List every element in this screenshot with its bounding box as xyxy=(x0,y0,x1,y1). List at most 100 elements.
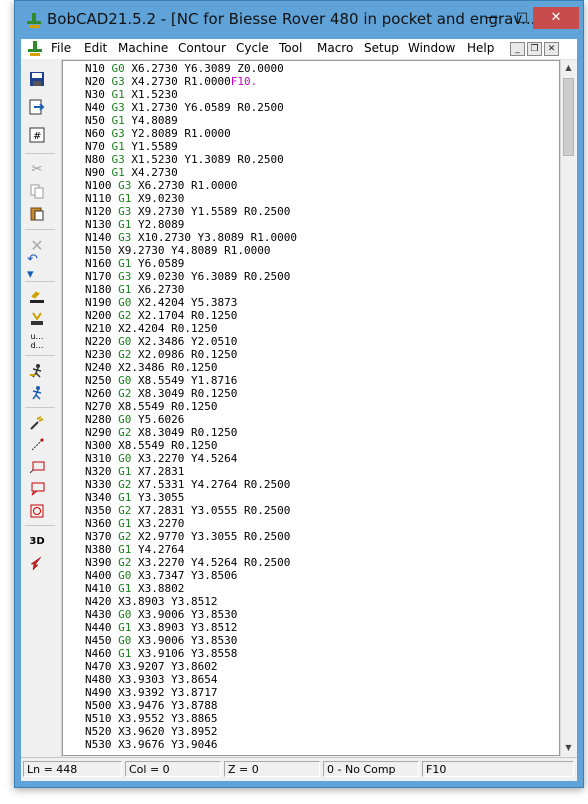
code-line[interactable]: N330 G2 X7.5331 Y4.2764 R0.2500 xyxy=(85,478,297,491)
code-line[interactable]: N340 G1 Y3.3055 xyxy=(85,491,297,504)
line-tool-icon[interactable] xyxy=(27,435,47,455)
offset-icon[interactable] xyxy=(27,287,47,307)
code-line[interactable]: N400 G0 X3.7347 Y3.8506 xyxy=(85,569,297,582)
status-bar: Ln = 448 Col = 0 Z = 0 0 - No Comp F10 xyxy=(21,757,577,780)
code-line[interactable]: N40 G3 X1.2730 Y6.0589 R0.2500 xyxy=(85,101,297,114)
close-button[interactable]: ✕ xyxy=(533,7,579,29)
code-line[interactable]: N470 X3.9207 Y3.8602 xyxy=(85,660,297,673)
line-numbering-icon[interactable]: u… d… xyxy=(27,331,47,351)
code-line[interactable]: N160 G1 Y6.0589 xyxy=(85,257,297,270)
undo-icon[interactable]: ↶ ▾ xyxy=(27,252,47,282)
code-line[interactable]: N180 G1 X6.2730 xyxy=(85,283,297,296)
drill-icon[interactable] xyxy=(27,413,47,433)
code-line[interactable]: N210 X2.4204 R0.1250 xyxy=(85,322,297,335)
code-line[interactable]: N300 X8.5549 R0.1250 xyxy=(85,439,297,452)
code-line[interactable]: N320 G1 X7.2831 xyxy=(85,465,297,478)
mdi-minimize-button[interactable]: _ xyxy=(510,42,525,56)
code-line[interactable]: N490 X3.9392 Y3.8717 xyxy=(85,686,297,699)
code-line[interactable]: N80 G3 X1.5230 Y1.3089 R0.2500 xyxy=(85,153,297,166)
code-line[interactable]: N380 G1 Y4.2764 xyxy=(85,543,297,556)
code-line[interactable]: N220 G0 X2.3486 Y2.0510 xyxy=(85,335,297,348)
code-line[interactable]: N430 G0 X3.9006 Y3.8530 xyxy=(85,608,297,621)
code-line[interactable]: N530 X3.9676 Y3.9046 xyxy=(85,738,297,751)
arrow-tool-icon[interactable] xyxy=(27,553,47,573)
code-line[interactable]: N10 G0 X6.2730 Y6.3089 Z0.0000 xyxy=(85,62,297,75)
code-line[interactable]: N500 X3.9476 Y3.8788 xyxy=(85,699,297,712)
code-line[interactable]: N440 G1 X3.8903 Y3.8512 xyxy=(85,621,297,634)
code-line[interactable]: N260 G2 X8.3049 R0.1250 xyxy=(85,387,297,400)
copy-icon[interactable] xyxy=(27,181,47,201)
code-line[interactable]: N110 G1 X9.0230 xyxy=(85,192,297,205)
paste-icon[interactable] xyxy=(27,203,47,223)
code-line[interactable]: N140 G3 X10.2730 Y3.8089 R1.0000 xyxy=(85,231,297,244)
speech-bubble-icon[interactable] xyxy=(27,479,47,499)
scroll-up-icon[interactable]: ▲ xyxy=(561,60,576,76)
code-line[interactable]: N250 G0 X8.5549 Y1.8716 xyxy=(85,374,297,387)
code-line[interactable]: N230 G2 X2.0986 R0.1250 xyxy=(85,348,297,361)
code-line[interactable]: N150 X9.2730 Y4.8089 R1.0000 xyxy=(85,244,297,257)
minimize-button[interactable]: — xyxy=(477,7,507,29)
code-line[interactable]: N60 G3 Y2.8089 R1.0000 xyxy=(85,127,297,140)
pocket-icon[interactable] xyxy=(27,309,47,329)
cut-icon[interactable]: ✂ xyxy=(27,159,47,179)
menu-contour[interactable]: Contour xyxy=(178,41,226,55)
scroll-down-icon[interactable]: ▼ xyxy=(561,740,576,756)
vertical-scrollbar[interactable]: ▲ ▼ xyxy=(560,60,576,756)
status-z: Z = 0 xyxy=(224,761,320,777)
scroll-thumb[interactable] xyxy=(563,78,574,156)
save-icon[interactable] xyxy=(27,69,47,89)
code-lines[interactable]: N10 G0 X6.2730 Y6.3089 Z0.0000 N20 G3 X4.… xyxy=(85,62,297,751)
code-line[interactable]: N70 G1 Y1.5589 xyxy=(85,140,297,153)
code-line[interactable]: N390 G2 X3.2270 Y4.5264 R0.2500 xyxy=(85,556,297,569)
menu-help[interactable]: Help xyxy=(467,41,494,55)
code-line[interactable]: N120 G3 X9.2730 Y1.5589 R0.2500 xyxy=(85,205,297,218)
code-line[interactable]: N350 G2 X7.2831 Y3.0555 R0.2500 xyxy=(85,504,297,517)
menu-file[interactable]: File xyxy=(51,41,71,55)
menu-edit[interactable]: Edit xyxy=(84,41,107,55)
code-line[interactable]: N240 X2.3486 R0.1250 xyxy=(85,361,297,374)
code-line[interactable]: N310 G0 X3.2270 Y4.5264 xyxy=(85,452,297,465)
code-line[interactable]: N200 G2 X2.1704 R0.1250 xyxy=(85,309,297,322)
code-line[interactable]: N520 X3.9620 Y3.8952 xyxy=(85,725,297,738)
menu-bar: File Edit Machine Contour Cycle Tool Mac… xyxy=(21,39,577,60)
3d-view-icon[interactable]: 3D xyxy=(27,531,47,551)
code-line[interactable]: N370 G2 X2.9770 Y3.3055 R0.2500 xyxy=(85,530,297,543)
code-line[interactable]: N30 G1 X1.5230 xyxy=(85,88,297,101)
menu-setup[interactable]: Setup xyxy=(364,41,399,55)
code-line[interactable]: N480 X3.9303 Y3.8654 xyxy=(85,673,297,686)
code-line[interactable]: N280 G0 Y5.6026 xyxy=(85,413,297,426)
menu-macro[interactable]: Macro xyxy=(317,41,353,55)
code-line[interactable]: N510 X3.9552 Y3.8865 xyxy=(85,712,297,725)
code-line[interactable]: N190 G0 X2.4204 Y5.3873 xyxy=(85,296,297,309)
menu-machine[interactable]: Machine xyxy=(118,41,168,55)
menu-window[interactable]: Window xyxy=(408,41,455,55)
code-line[interactable]: N50 G1 Y4.8089 xyxy=(85,114,297,127)
mdi-restore-button[interactable]: ❐ xyxy=(527,42,542,56)
code-line[interactable]: N410 G1 X3.8802 xyxy=(85,582,297,595)
circle-select-icon[interactable] xyxy=(27,501,47,521)
document-icon[interactable] xyxy=(27,40,43,58)
simulate-icon[interactable] xyxy=(27,361,47,381)
title-bar[interactable]: BobCAD21.5.2 - [NC for Biesse Rover 480 … xyxy=(15,1,583,39)
code-line[interactable]: N130 G1 Y2.8089 xyxy=(85,218,297,231)
code-line[interactable]: N290 G2 X8.3049 R0.1250 xyxy=(85,426,297,439)
code-line[interactable]: N100 G3 X6.2730 R1.0000 xyxy=(85,179,297,192)
code-line[interactable]: N360 G1 X3.2270 xyxy=(85,517,297,530)
code-line[interactable]: N450 G0 X3.9006 Y3.8530 xyxy=(85,634,297,647)
export-icon[interactable] xyxy=(27,97,47,117)
code-line[interactable]: N170 G3 X9.0230 Y6.3089 R0.2500 xyxy=(85,270,297,283)
menu-tool[interactable]: Tool xyxy=(279,41,302,55)
menu-cycle[interactable]: Cycle xyxy=(236,41,269,55)
mdi-close-button[interactable]: ✕ xyxy=(544,42,559,56)
code-line[interactable]: N90 G1 X4.2730 xyxy=(85,166,297,179)
numbered-lines-icon[interactable]: # xyxy=(27,125,47,145)
nc-code-editor[interactable]: N10 G0 X6.2730 Y6.3089 Z0.0000 N20 G3 X4.… xyxy=(62,60,560,756)
code-line[interactable]: N460 G1 X3.9106 Y3.8558 xyxy=(85,647,297,660)
box-select-icon[interactable] xyxy=(27,457,47,477)
run-icon[interactable] xyxy=(27,383,47,403)
svg-text:#: # xyxy=(33,131,41,142)
code-line[interactable]: N270 X8.5549 R0.1250 xyxy=(85,400,297,413)
code-line[interactable]: N20 G3 X4.2730 R1.0000F10. xyxy=(85,75,297,88)
code-line[interactable]: N420 X3.8903 Y3.8512 xyxy=(85,595,297,608)
window-title: BobCAD21.5.2 - [NC for Biesse Rover 480 … xyxy=(47,10,536,28)
